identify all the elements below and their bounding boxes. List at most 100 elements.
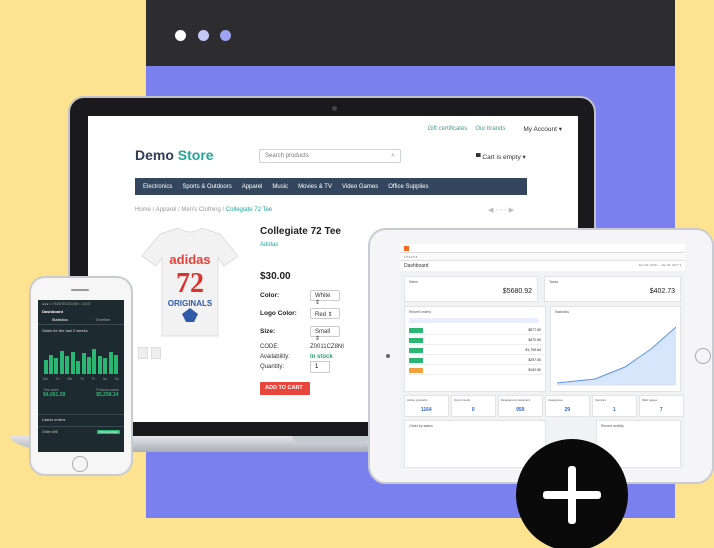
color-label: Color:: [260, 292, 280, 299]
color-select[interactable]: White ⇕: [310, 290, 340, 306]
window-dot-icon[interactable]: [175, 30, 186, 41]
phone-device: ●●●○○ ROSTELECOM ≈ 16:37 Dashboard Stati…: [29, 276, 133, 476]
statistics-area-chart: [556, 326, 677, 386]
kpi-value: 959: [516, 407, 525, 413]
menu-item-video-games[interactable]: Video Games: [342, 184, 378, 190]
kpi-value: 7: [659, 407, 663, 413]
kpi-label: Vendors: [595, 398, 607, 402]
admin-logo-icon: [404, 245, 409, 251]
sales-bar: [108, 351, 113, 374]
kpi-card[interactable]: Active products 1164: [404, 395, 449, 417]
dashboard-header: Dashboard Dec 30, 2016 — Jan 30, 2017 ▾: [400, 261, 685, 271]
sales-bar: [70, 351, 75, 374]
admin-dashboard: ▾ ▾ ▾ ▾ ▾ ▾ Dashboard Dec 30, 2016 — Jan…: [400, 244, 685, 468]
statistics-card: Statistics: [550, 306, 681, 392]
kpi-card[interactable]: Vendors 1: [592, 395, 637, 417]
phone-week-stats: This week $4,061.38 Previous week $5,258…: [43, 388, 119, 398]
quantity-label: Quantity:: [260, 364, 285, 370]
logo-color-select[interactable]: Red ⇕: [310, 308, 340, 319]
window-dot-icon[interactable]: [198, 30, 209, 41]
admin-nav: ▾ ▾ ▾ ▾ ▾ ▾: [400, 253, 685, 261]
date-range-picker[interactable]: Dec 30, 2016 — Jan 30, 2017 ▾: [639, 263, 681, 269]
menu-item-electronics[interactable]: Electronics: [143, 184, 172, 190]
sales-bar: [65, 355, 70, 374]
product-price: $30.00: [260, 271, 291, 282]
table-row[interactable]: $192.50: [409, 367, 543, 375]
window-dot-icon[interactable]: [220, 30, 231, 41]
table-row[interactable]: $577.50: [409, 327, 543, 335]
order-list-item[interactable]: Order #95 PROCESSED: [38, 426, 124, 437]
browser-titlebar: [146, 0, 675, 66]
chart-day-label: Sa: [102, 377, 107, 381]
shirt-brand-text: adidas: [169, 252, 210, 267]
search-input[interactable]: Search products ⌕: [259, 149, 401, 163]
quantity-stepper[interactable]: 1: [310, 361, 330, 373]
add-button[interactable]: [516, 439, 628, 548]
kpi-value: 29: [564, 407, 571, 413]
sales-bar: [43, 359, 48, 374]
this-week-stat: This week $4,061.38: [43, 388, 65, 398]
add-to-cart-button[interactable]: ADD TO CART: [260, 382, 310, 395]
top-links: Gift certificates Our brands My Account …: [428, 125, 562, 133]
table-row[interactable]: $1,799.64: [409, 347, 543, 355]
product-image[interactable]: adidas 72 ORIGINALS: [138, 226, 242, 338]
breadcrumb-path[interactable]: Home / Apparel / Men's Clothing /: [135, 207, 224, 213]
kpi-card[interactable]: Registered customers 959: [498, 395, 543, 417]
my-account-menu[interactable]: My Account ▾: [523, 125, 562, 133]
search-icon[interactable]: ⌕: [391, 152, 395, 160]
product-pager[interactable]: ◀ ◦ ◦ ◦ ▶: [488, 206, 514, 214]
sales-bar: [59, 350, 64, 374]
sales-value: $5680.92: [502, 288, 532, 295]
previous-week-value: $5,258.34: [96, 392, 119, 398]
phone-status-bar: ●●●○○ ROSTELECOM ≈ 16:37: [42, 302, 91, 306]
phone-sales-chart: [43, 348, 119, 374]
orders-by-status-card: Order by status: [404, 420, 546, 468]
taxes-card: Taxes $402.73: [544, 276, 681, 302]
order-amount: $192.50: [528, 368, 541, 372]
size-select[interactable]: Small ⇕: [310, 326, 340, 342]
our-brands-link[interactable]: Our brands: [475, 126, 505, 132]
tab-timeline[interactable]: Timeline: [95, 317, 110, 322]
menu-item-movies[interactable]: Movies & TV: [298, 184, 332, 190]
order-filter-tabs[interactable]: [409, 318, 539, 323]
sales-bar: [86, 357, 91, 374]
logo-text: Demo: [135, 147, 174, 163]
kpi-label: Registered customers: [501, 398, 531, 402]
product-thumbnail[interactable]: [138, 347, 148, 359]
kpi-card[interactable]: Web pages 7: [639, 395, 684, 417]
kpi-label: Active products: [407, 398, 428, 402]
recent-activity-title: Recent activity: [601, 424, 624, 428]
menu-item-office-supplies[interactable]: Office Supplies: [388, 184, 428, 190]
menu-item-sports[interactable]: Sports & Outdoors: [182, 184, 231, 190]
kpi-card[interactable]: Categories 29: [545, 395, 590, 417]
menu-item-music[interactable]: Music: [272, 184, 288, 190]
tab-statistics[interactable]: Statistics: [52, 317, 68, 322]
shirt-originals-text: ORIGINALS: [168, 299, 213, 308]
chart-day-label: Su: [114, 377, 119, 381]
home-button-icon[interactable]: [695, 348, 711, 364]
order-number: Order #95: [42, 430, 58, 434]
sales-bar: [81, 353, 86, 374]
kpi-label: Categories: [548, 398, 563, 402]
logo-color-label: Logo Color:: [260, 310, 297, 317]
order-amount: $1,799.64: [525, 348, 541, 352]
phone-tabs: Statistics Timeline: [38, 315, 124, 325]
logo-text-accent: Store: [177, 147, 214, 163]
product-brand[interactable]: Adidas: [260, 242, 278, 248]
table-row[interactable]: $297.50: [409, 357, 543, 365]
chart-day-label: Tu: [55, 377, 60, 381]
store-logo[interactable]: Demo Store: [135, 147, 214, 163]
search-placeholder: Search products: [265, 153, 309, 159]
gift-certificates-link[interactable]: Gift certificates: [428, 126, 468, 132]
camera-icon: [386, 354, 390, 358]
size-label: Size:: [260, 328, 276, 335]
sales-label: Sales: [409, 280, 418, 284]
menu-item-apparel[interactable]: Apparel: [242, 184, 263, 190]
product-thumbnail[interactable]: [151, 347, 161, 359]
sales-bar: [76, 361, 81, 374]
cart-button[interactable]: ▀ Cart is empty ▾: [476, 153, 526, 161]
kpi-card[interactable]: Out of stock 0: [451, 395, 496, 417]
table-row[interactable]: $472.50: [409, 337, 543, 345]
home-button-icon[interactable]: [72, 456, 88, 472]
phone-chart-days: Mo Tu We Th Fr Sa Su: [43, 377, 119, 381]
